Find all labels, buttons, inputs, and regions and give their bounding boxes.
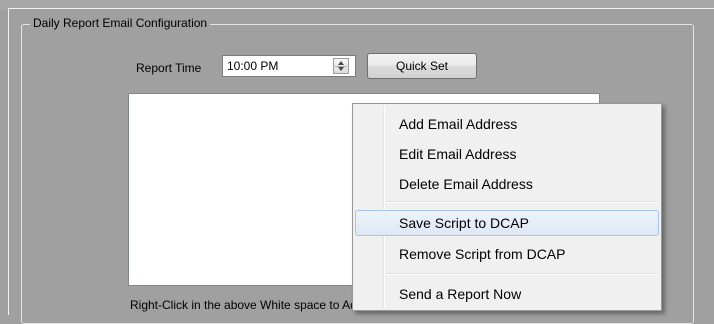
menu-separator [386,273,658,275]
menu-separator [386,201,658,203]
report-time-label: Report Time [136,61,202,75]
menu-item-send-report[interactable]: Send a Report Now [355,281,659,307]
menu-item-save-script[interactable]: Save Script to DCAP [355,210,659,236]
spin-up-arrow-icon[interactable] [338,61,344,65]
menu-item-remove-script[interactable]: Remove Script from DCAP [355,241,659,267]
report-time-value[interactable]: 10:00 PM [227,59,278,73]
menu-item-delete-email[interactable]: Delete Email Address [355,171,659,197]
report-time-picker[interactable]: 10:00 PM [222,55,356,77]
time-spinner[interactable] [333,58,349,74]
menu-item-add-email[interactable]: Add Email Address [355,111,659,137]
context-menu: Add Email Address Edit Email Address Del… [352,103,662,311]
groupbox-title: Daily Report Email Configuration [30,15,211,31]
spin-down-arrow-icon[interactable] [338,67,344,71]
quick-set-button[interactable]: Quick Set [367,53,477,79]
menu-item-edit-email[interactable]: Edit Email Address [355,141,659,167]
